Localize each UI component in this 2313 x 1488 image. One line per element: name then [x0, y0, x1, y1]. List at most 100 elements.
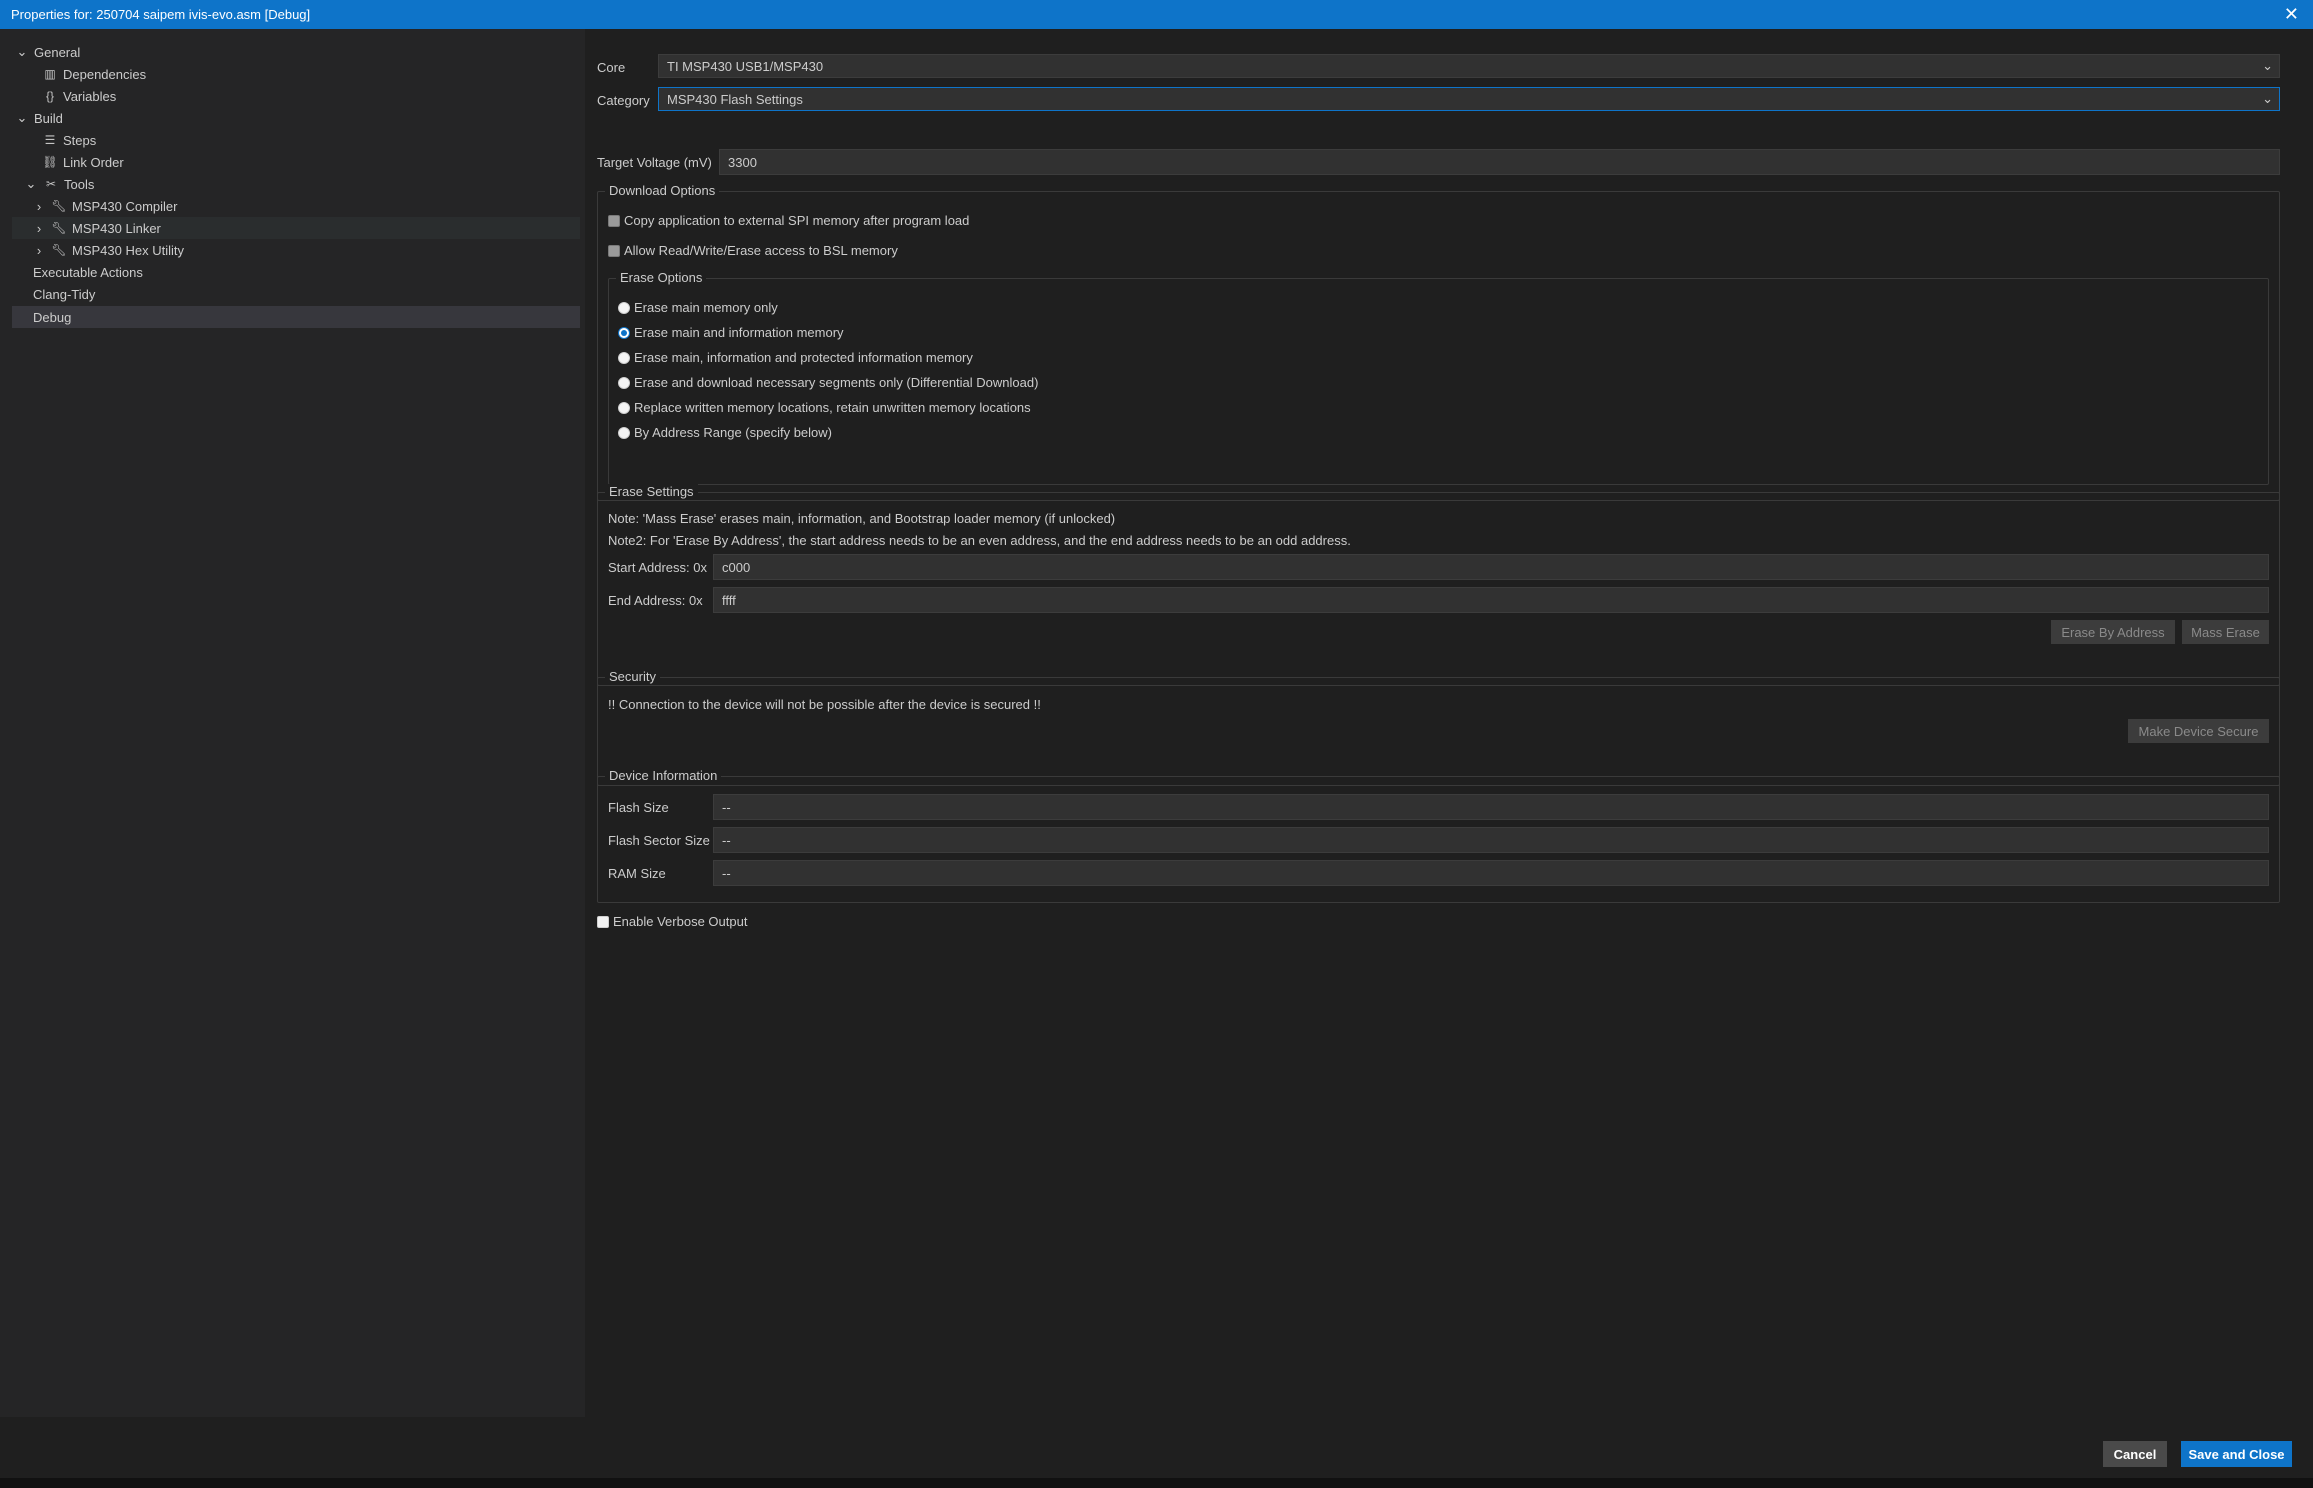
- security-legend: Security: [605, 669, 660, 684]
- verbose-output-checkbox-row[interactable]: Enable Verbose Output: [597, 914, 747, 929]
- erase-option-label: By Address Range (specify below): [634, 425, 832, 440]
- category-select-value: MSP430 Flash Settings: [667, 91, 803, 107]
- verbose-output-label: Enable Verbose Output: [613, 914, 748, 929]
- tree-item-label: Variables: [63, 88, 117, 104]
- erase-option-address-range[interactable]: By Address Range (specify below): [618, 425, 832, 440]
- chevron-right-icon[interactable]: ›: [33, 199, 45, 214]
- save-and-close-button[interactable]: Save and Close: [2181, 1441, 2292, 1467]
- tree-item-label: Steps: [63, 132, 97, 148]
- window-titlebar: Properties for: 250704 saipem ivis-evo.a…: [0, 0, 2313, 29]
- settings-tree: ⌄ General ▥ Dependencies {} Variables ⌄ …: [0, 29, 585, 1417]
- window-bottom-edge: [0, 1478, 2313, 1488]
- chevron-down-icon[interactable]: ⌄: [16, 44, 28, 60]
- core-label: Core: [597, 60, 626, 75]
- security-group: [597, 677, 2280, 786]
- tree-item-build[interactable]: ⌄ Build: [16, 108, 63, 128]
- end-address-input[interactable]: ffff: [713, 587, 2269, 613]
- list-icon: ☰: [44, 133, 56, 147]
- tree-item-label: Tools: [64, 176, 95, 192]
- wrench-icon: 🔧︎: [51, 199, 67, 213]
- tree-item-label: Build: [34, 110, 63, 126]
- device-information-legend: Device Information: [605, 768, 722, 783]
- tree-item-label: Dependencies: [63, 66, 147, 82]
- target-voltage-input[interactable]: 3300: [719, 149, 2280, 175]
- tools-icon: ✂: [45, 177, 57, 191]
- tree-item-label: MSP430 Hex Utility: [72, 242, 184, 258]
- erase-option-label: Erase main and information memory: [634, 325, 844, 340]
- tree-item-label: Executable Actions: [33, 264, 143, 280]
- tree-item-dependencies[interactable]: ▥ Dependencies: [42, 64, 146, 84]
- bsl-access-checkbox[interactable]: [608, 244, 620, 257]
- erase-option-label: Replace written memory locations, retain…: [634, 400, 1031, 415]
- erase-option-radio-selected[interactable]: [618, 326, 630, 339]
- link-icon: ⛓: [42, 155, 58, 169]
- copy-spi-checkbox[interactable]: [608, 214, 620, 227]
- chevron-down-icon[interactable]: ⌄: [16, 110, 28, 126]
- security-warning: !! Connection to the device will not be …: [608, 697, 1041, 712]
- flash-size-value: --: [713, 794, 2269, 820]
- tree-item-variables[interactable]: {} Variables: [42, 86, 116, 106]
- erase-by-address-button[interactable]: Erase By Address: [2051, 620, 2175, 644]
- copy-spi-label: Copy application to external SPI memory …: [624, 213, 970, 228]
- ram-size-value: --: [713, 860, 2269, 886]
- erase-settings-legend: Erase Settings: [605, 484, 698, 499]
- start-address-label: Start Address: 0x: [608, 560, 707, 575]
- erase-option-radio[interactable]: [618, 351, 630, 364]
- erase-option-main-and-info[interactable]: Erase main and information memory: [618, 325, 844, 340]
- mass-erase-note: Note: 'Mass Erase' erases main, informat…: [608, 511, 1116, 526]
- erase-option-label: Erase and download necessary segments on…: [634, 375, 1039, 390]
- chevron-down-icon[interactable]: ⌄: [25, 176, 37, 192]
- tree-item-msp430-compiler[interactable]: › 🔧︎ MSP430 Compiler: [33, 196, 178, 216]
- core-select[interactable]: TI MSP430 USB1/MSP430 ⌄: [658, 54, 2280, 78]
- erase-by-address-note: Note2: For 'Erase By Address', the start…: [608, 533, 1351, 548]
- copy-spi-checkbox-row[interactable]: Copy application to external SPI memory …: [608, 213, 969, 228]
- category-select[interactable]: MSP430 Flash Settings ⌄: [658, 87, 2280, 111]
- erase-option-differential[interactable]: Erase and download necessary segments on…: [618, 375, 1038, 390]
- tree-item-label: MSP430 Compiler: [72, 198, 178, 214]
- tree-item-label: MSP430 Linker: [72, 220, 161, 236]
- erase-option-replace-written[interactable]: Replace written memory locations, retain…: [618, 400, 1031, 415]
- target-voltage-label: Target Voltage (mV): [597, 155, 712, 170]
- tree-item-msp430-hex-utility[interactable]: › 🔧︎ MSP430 Hex Utility: [33, 240, 184, 260]
- tree-item-msp430-linker[interactable]: › 🔧︎ MSP430 Linker: [33, 218, 161, 238]
- wrench-icon: 🔧︎: [51, 243, 67, 257]
- tree-item-label: General: [34, 44, 81, 60]
- flash-size-label: Flash Size: [608, 800, 669, 815]
- erase-option-radio[interactable]: [618, 401, 630, 414]
- close-icon[interactable]: ✕: [2284, 4, 2299, 24]
- tree-item-executable-actions[interactable]: Executable Actions: [33, 262, 143, 282]
- tree-item-label: Clang-Tidy: [33, 286, 96, 302]
- mass-erase-button[interactable]: Mass Erase: [2182, 620, 2269, 644]
- chevron-down-icon: ⌄: [2262, 58, 2273, 73]
- verbose-output-checkbox[interactable]: [597, 915, 609, 928]
- flash-sector-size-label: Flash Sector Size: [608, 833, 710, 848]
- chevron-right-icon[interactable]: ›: [33, 221, 45, 236]
- bsl-access-label: Allow Read/Write/Erase access to BSL mem…: [624, 243, 898, 258]
- category-label: Category: [597, 93, 650, 108]
- flash-sector-size-value: --: [713, 827, 2269, 853]
- make-device-secure-button[interactable]: Make Device Secure: [2128, 719, 2269, 743]
- erase-option-radio[interactable]: [618, 301, 630, 314]
- tree-item-link-order[interactable]: ⛓ Link Order: [42, 152, 124, 172]
- tree-item-general[interactable]: ⌄ General: [16, 42, 81, 62]
- erase-option-radio[interactable]: [618, 376, 630, 389]
- core-select-value: TI MSP430 USB1/MSP430: [667, 58, 824, 74]
- bsl-access-checkbox-row[interactable]: Allow Read/Write/Erase access to BSL mem…: [608, 243, 898, 258]
- tree-item-label: Link Order: [63, 154, 124, 170]
- erase-option-main-only[interactable]: Erase main memory only: [618, 300, 778, 315]
- properties-panel: Core TI MSP430 USB1/MSP430 ⌄ Category MS…: [585, 29, 2313, 1417]
- tree-item-tools[interactable]: ⌄ ✂ Tools: [25, 174, 95, 194]
- cancel-button[interactable]: Cancel: [2103, 1441, 2167, 1467]
- window-title: Properties for: 250704 saipem ivis-evo.a…: [11, 7, 311, 22]
- erase-option-radio[interactable]: [618, 426, 630, 439]
- tree-item-clang-tidy[interactable]: Clang-Tidy: [33, 284, 95, 304]
- tree-item-steps[interactable]: ☰ Steps: [42, 130, 97, 150]
- erase-option-main-info-protected[interactable]: Erase main, information and protected in…: [618, 350, 973, 365]
- chevron-right-icon[interactable]: ›: [33, 243, 45, 258]
- start-address-input[interactable]: c000: [713, 554, 2269, 580]
- erase-option-label: Erase main, information and protected in…: [634, 350, 973, 365]
- braces-icon: {}: [45, 89, 54, 103]
- selected-highlight: [12, 306, 580, 328]
- tree-item-label: Debug: [33, 309, 72, 325]
- tree-item-debug[interactable]: Debug: [33, 307, 71, 327]
